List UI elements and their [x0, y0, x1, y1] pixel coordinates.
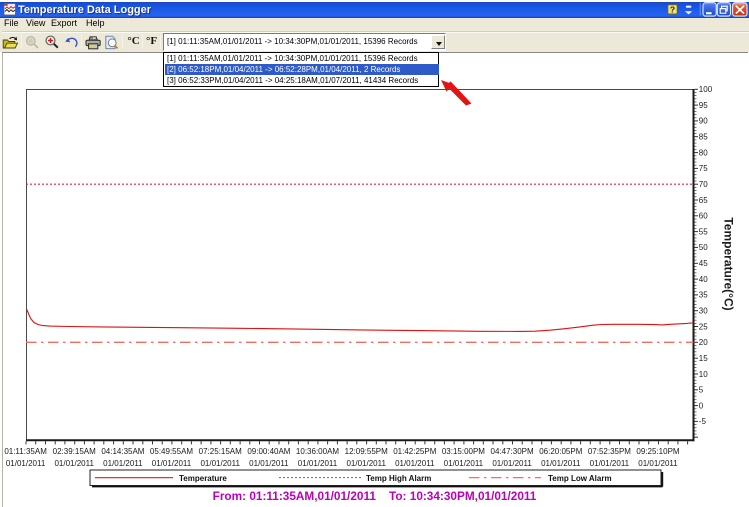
svg-text:?: ?: [670, 4, 675, 14]
